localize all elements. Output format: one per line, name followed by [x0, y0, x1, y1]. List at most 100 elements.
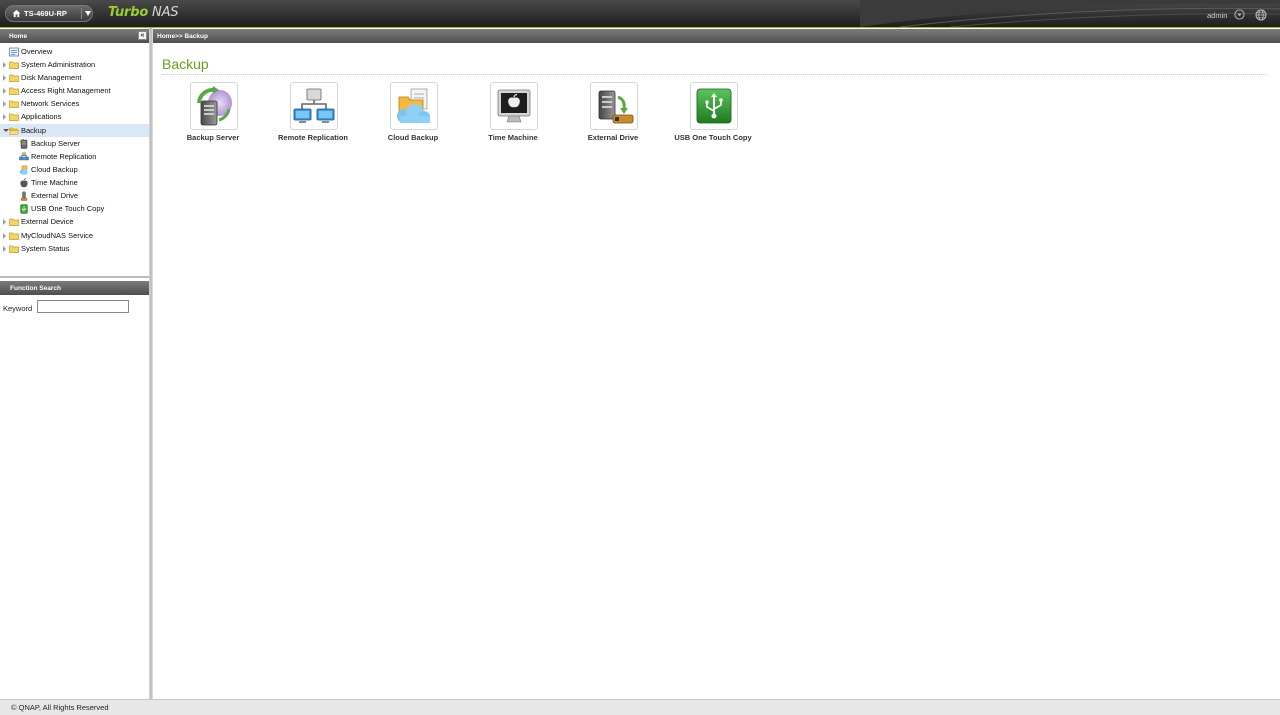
sidebar-item-overview[interactable]: Overview: [0, 45, 149, 58]
collapse-sidebar-button[interactable]: «: [138, 31, 147, 40]
sidebar-item-system-administration[interactable]: System Administration: [0, 58, 149, 71]
backup-server-icon: [19, 139, 28, 149]
remote-replication-icon: [293, 88, 335, 123]
page-title: Backup: [162, 56, 209, 72]
sidebar-splitter-handle[interactable]: [149, 28, 153, 699]
sidebar-item-applications[interactable]: Applications: [0, 110, 149, 123]
sidebar-item-label: Remote Replication: [31, 152, 97, 161]
tile-external-drive[interactable]: External Drive: [563, 82, 659, 146]
sidebar-item-mycloudnas-service[interactable]: MyCloudNAS Service: [0, 229, 149, 242]
sidebar-item-label: External Drive: [31, 191, 79, 200]
sidebar-item-access-right-management[interactable]: Access Right Management: [0, 84, 149, 97]
expand-arrow-icon[interactable]: [3, 114, 6, 120]
sidebar-item-external-device[interactable]: External Device: [0, 215, 149, 228]
tile-remote-replication[interactable]: Remote Replication: [263, 82, 359, 146]
folder-open-icon: [9, 127, 19, 135]
chevron-down-icon: [85, 11, 91, 16]
function-search-header: Function Search: [0, 281, 149, 295]
keyword-search-input[interactable]: [37, 300, 129, 313]
tile-label: Time Machine: [488, 133, 538, 142]
tile-backup-server[interactable]: Backup Server: [163, 82, 259, 146]
remote-replication-icon: [19, 152, 29, 161]
sidebar-item-label: Backup: [21, 126, 47, 135]
cloud-backup-icon: [19, 165, 28, 175]
device-selector-button[interactable]: TS-469U-RP: [5, 5, 93, 22]
tile-time-machine[interactable]: Time Machine: [463, 82, 559, 146]
tile-frame: [290, 82, 338, 130]
tile-label: Remote Replication: [277, 133, 348, 142]
sidebar-item-time-machine[interactable]: Time Machine: [0, 176, 149, 189]
time-machine-icon: [497, 89, 531, 123]
external-drive-icon: [598, 90, 634, 124]
cloud-backup-icon: [397, 88, 430, 123]
sidebar-item-system-status[interactable]: System Status: [0, 242, 149, 255]
sidebar-item-usb-one-touch-copy[interactable]: USB One Touch Copy: [0, 202, 149, 215]
overview-icon: [9, 47, 19, 57]
folder-icon: [9, 232, 19, 240]
sidebar-item-label: Access Right Management: [21, 86, 111, 95]
sidebar-item-cloud-backup[interactable]: Cloud Backup: [0, 163, 149, 176]
tile-label: Backup Server: [186, 133, 240, 142]
device-name: TS-469U-RP: [24, 9, 67, 18]
breadcrumb-text[interactable]: Home>> Backup: [157, 33, 208, 40]
tile-label: External Drive: [587, 133, 639, 142]
user-name[interactable]: admin: [1207, 11, 1227, 20]
language-globe-icon[interactable]: [1255, 9, 1267, 21]
sidebar-item-label: Applications: [21, 112, 62, 121]
sidebar-item-label: Cloud Backup: [31, 165, 78, 174]
expand-arrow-icon[interactable]: [3, 233, 6, 239]
sidebar-title: Home: [9, 32, 28, 40]
backup-server-icon: [197, 86, 232, 126]
brand-logo: Turbo NAS: [108, 5, 179, 20]
folder-icon: [9, 61, 19, 69]
sidebar-item-label: System Administration: [21, 60, 96, 69]
home-icon: [12, 9, 21, 18]
sidebar-item-label: Network Services: [21, 99, 80, 108]
sidebar-item-label: MyCloudNAS Service: [21, 231, 94, 240]
tile-frame: [690, 82, 738, 130]
sidebar-item-disk-management[interactable]: Disk Management: [0, 71, 149, 84]
keyword-label: Keyword: [3, 304, 33, 313]
folder-icon: [9, 100, 19, 108]
tile-label: Cloud Backup: [387, 133, 439, 142]
sidebar-item-label: Backup Server: [31, 139, 81, 148]
tile-label: USB One Touch Copy: [674, 133, 752, 142]
sidebar-item-label: Disk Management: [21, 73, 82, 82]
user-menu-chevron-icon[interactable]: [1234, 9, 1245, 20]
header-accent-line: [0, 27, 1280, 28]
breadcrumb: Home>> Backup: [153, 29, 1280, 43]
footer: © QNAP, All Rights Reserved: [0, 699, 1280, 715]
expand-arrow-icon[interactable]: [3, 101, 6, 107]
tile-usb-one-touch-copy[interactable]: USB One Touch Copy: [663, 82, 759, 146]
apple-icon: [20, 178, 28, 188]
sidebar-item-network-services[interactable]: Network Services: [0, 97, 149, 110]
tile-frame: [190, 82, 238, 130]
sidebar: Home « Overview System Administration Di…: [0, 28, 149, 699]
sidebar-item-backup-server[interactable]: Backup Server: [0, 137, 149, 150]
tile-frame: [490, 82, 538, 130]
folder-icon: [9, 245, 19, 253]
sidebar-item-label: USB One Touch Copy: [31, 204, 105, 213]
copyright-text: © QNAP, All Rights Reserved: [11, 703, 109, 712]
expand-arrow-icon[interactable]: [3, 246, 6, 252]
expand-arrow-icon[interactable]: [3, 88, 6, 94]
folder-icon: [9, 87, 19, 95]
sidebar-header: Home «: [0, 29, 149, 43]
function-search-title: Function Search: [10, 284, 61, 292]
sidebar-divider: [0, 276, 149, 278]
top-bar: TS-469U-RP Turbo NAS admin: [0, 0, 1280, 27]
brand-primary: Turbo: [108, 5, 149, 20]
expand-arrow-icon[interactable]: [3, 219, 6, 225]
external-drive-icon: [20, 191, 28, 201]
sidebar-item-remote-replication[interactable]: Remote Replication: [0, 150, 149, 163]
folder-icon: [9, 113, 19, 121]
sidebar-item-label: External Device: [21, 217, 74, 226]
expand-arrow-icon[interactable]: [3, 75, 6, 81]
tile-frame: [590, 82, 638, 130]
sidebar-item-external-drive[interactable]: External Drive: [0, 189, 149, 202]
device-button-separator: [81, 8, 82, 19]
sidebar-item-backup[interactable]: Backup: [0, 124, 149, 137]
sidebar-item-label: Time Machine: [31, 178, 78, 187]
tile-cloud-backup[interactable]: Cloud Backup: [363, 82, 459, 146]
expand-arrow-icon[interactable]: [3, 62, 6, 68]
